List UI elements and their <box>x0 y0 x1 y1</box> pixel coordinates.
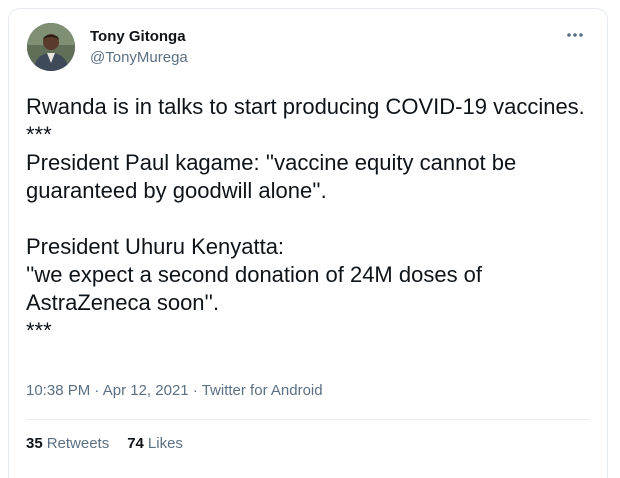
tweet-stats: 35 Retweets 74 Likes <box>26 435 183 452</box>
profile-photo-icon <box>27 23 75 71</box>
more-options-button[interactable] <box>563 23 587 47</box>
retweets-stat[interactable]: 35 Retweets <box>26 435 109 452</box>
meta-separator: · <box>192 382 202 399</box>
avatar[interactable] <box>27 23 75 71</box>
tweet-text: Rwanda is in talks to start producing CO… <box>26 94 585 343</box>
tweet-time[interactable]: 10:38 PM <box>26 382 90 399</box>
meta-separator: · <box>94 382 103 399</box>
author-handle[interactable]: @TonyMurega <box>90 49 188 66</box>
tweet-date[interactable]: Apr 12, 2021 <box>103 382 189 399</box>
tweet-metadata: 10:38 PM · Apr 12, 2021 · Twitter for An… <box>26 382 323 399</box>
tweet-source[interactable]: Twitter for Android <box>202 382 323 399</box>
retweets-count: 35 <box>26 435 43 452</box>
author-name[interactable]: Tony Gitonga <box>90 28 186 45</box>
likes-label: Likes <box>147 435 183 452</box>
more-horizontal-icon <box>567 33 583 37</box>
retweets-label: Retweets <box>46 435 110 452</box>
divider <box>26 419 590 420</box>
likes-stat[interactable]: 74 Likes <box>127 435 183 452</box>
likes-count: 74 <box>127 435 144 452</box>
tweet-card: Tony Gitonga @TonyMurega Rwanda is in ta… <box>8 8 608 478</box>
